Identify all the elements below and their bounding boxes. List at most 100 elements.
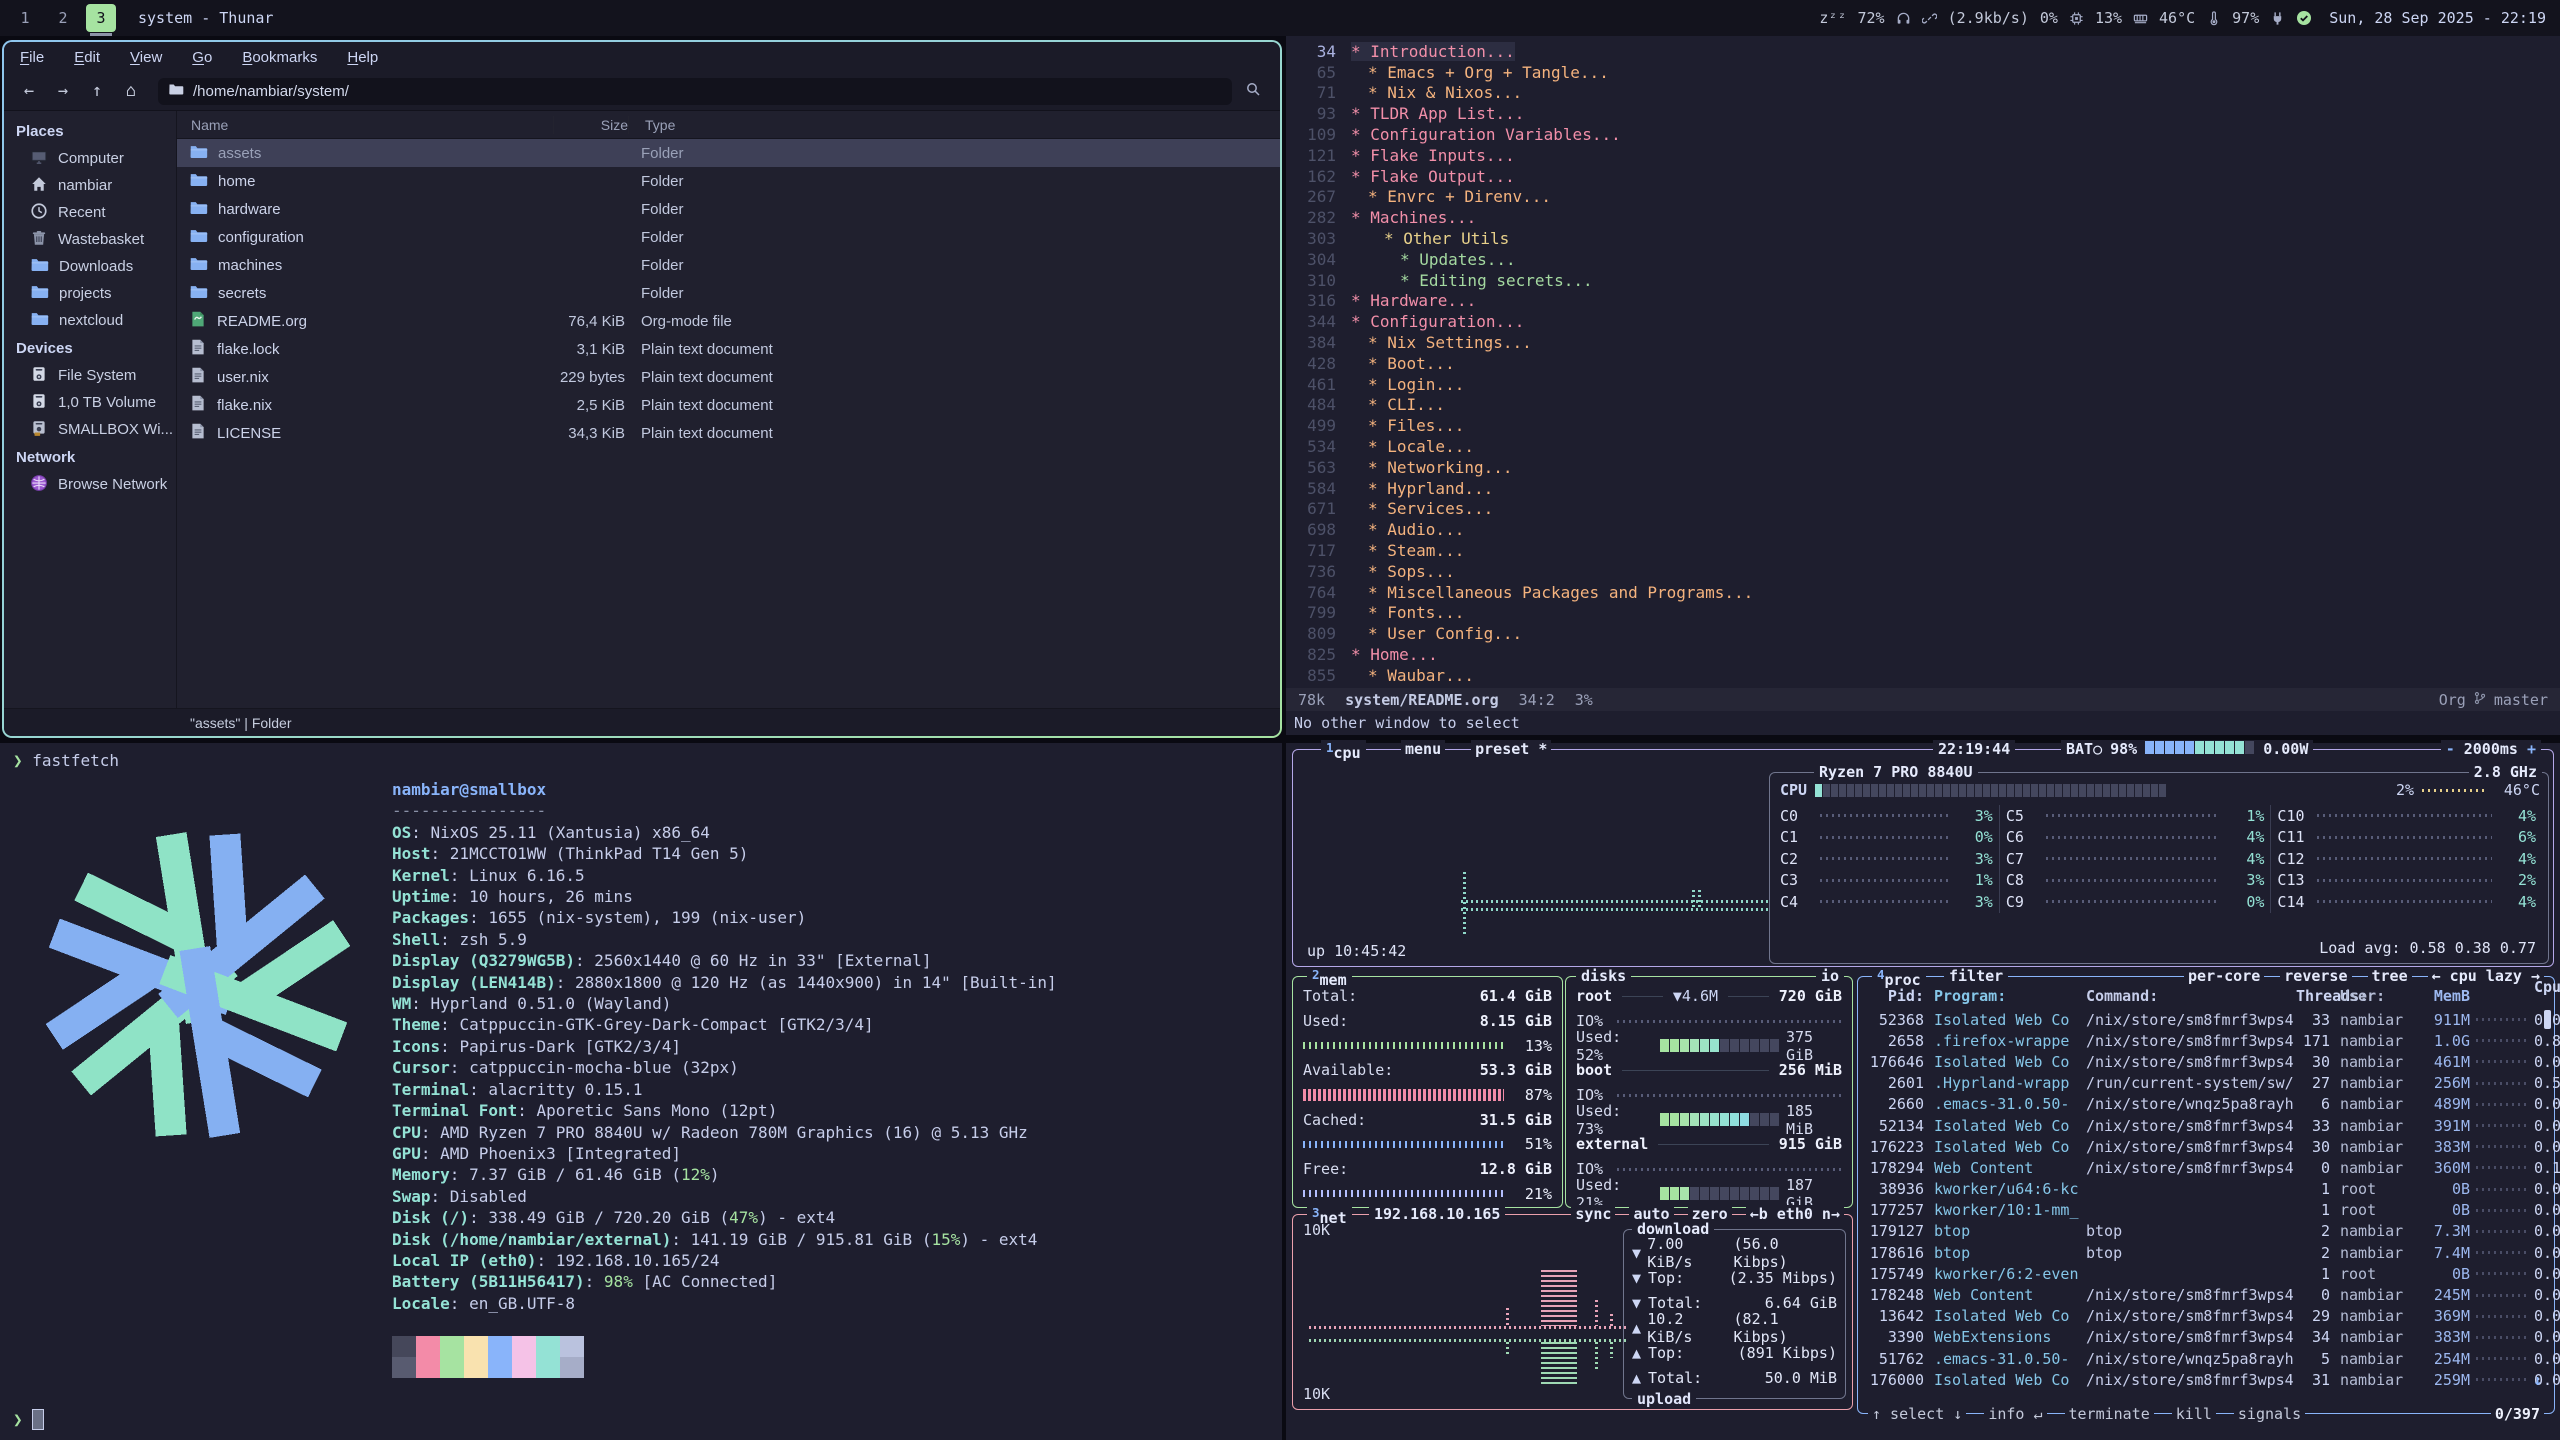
process-row-pid-52368[interactable]: 52368Isolated Web Co/nix/store/sm8fmrf3w… bbox=[1864, 1009, 2544, 1030]
process-row-pid-2601[interactable]: 2601.Hyprland-wrapp/run/current-system/s… bbox=[1864, 1073, 2544, 1094]
sidebar-item-downloads[interactable]: Downloads bbox=[4, 253, 176, 280]
up-button[interactable]: ↑ bbox=[82, 77, 112, 105]
file-row-home[interactable]: homeFolder bbox=[177, 167, 1280, 195]
sidebar-item-nextcloud[interactable]: nextcloud bbox=[4, 307, 176, 334]
workspace-3[interactable]: 3 bbox=[86, 4, 116, 32]
org-heading-line[interactable]: 855* Waubar... bbox=[1286, 665, 2560, 686]
proc-column-pid[interactable]: Pid: bbox=[1864, 987, 1924, 1005]
org-heading-line[interactable]: 121* Flake Inputs... bbox=[1286, 145, 2560, 166]
proc-scrollbar-thumb[interactable] bbox=[2544, 1010, 2551, 1029]
file-row-assets[interactable]: assetsFolder bbox=[177, 139, 1280, 167]
workspace-2[interactable]: 2 bbox=[48, 4, 78, 32]
process-row-pid-13642[interactable]: 13642Isolated Web Co/nix/store/sm8fmrf3w… bbox=[1864, 1306, 2544, 1327]
menu-edit[interactable]: Edit bbox=[74, 49, 100, 66]
sidebar-item-projects[interactable]: projects bbox=[4, 280, 176, 307]
sidebar-item-browse-network[interactable]: Browse Network bbox=[4, 471, 176, 498]
proc-tab-tree[interactable]: tree bbox=[2368, 967, 2412, 985]
proc-footer[interactable]: ↑ select ↓info ↵terminatekillsignals0/39… bbox=[1868, 1405, 2544, 1423]
workspace-switcher[interactable]: 123 bbox=[0, 4, 116, 32]
menu-view[interactable]: View bbox=[130, 49, 162, 66]
proc-tab-cpulazy[interactable]: ← cpu lazy → bbox=[2428, 967, 2544, 985]
sidebar-item-file-system[interactable]: File System bbox=[4, 362, 176, 389]
net-tab-sync[interactable]: sync bbox=[1571, 1205, 1615, 1223]
proc-column-command[interactable]: Command: bbox=[2080, 987, 2296, 1005]
filter-tab[interactable]: filter bbox=[1944, 967, 2008, 985]
menu-bookmarks[interactable]: Bookmarks bbox=[242, 49, 317, 66]
org-heading-line[interactable]: 65* Emacs + Org + Tangle... bbox=[1286, 62, 2560, 83]
org-heading-line[interactable]: 736* Sops... bbox=[1286, 561, 2560, 582]
org-heading-line[interactable]: 809* User Config... bbox=[1286, 623, 2560, 644]
org-heading-line[interactable]: 304* Updates... bbox=[1286, 249, 2560, 270]
org-heading-line[interactable]: 282* Machines... bbox=[1286, 207, 2560, 228]
org-heading-line[interactable]: 162* Flake Output... bbox=[1286, 166, 2560, 187]
net-tab-beth0n[interactable]: ←b eth0 n→ bbox=[1746, 1205, 1844, 1223]
forward-button[interactable]: → bbox=[48, 77, 78, 105]
proc-column-threads[interactable]: Threads: bbox=[2296, 987, 2330, 1005]
proc-tab-percore[interactable]: per-core bbox=[2184, 967, 2264, 985]
process-row-pid-178248[interactable]: 178248Web Content/nix/store/sm8fmrf3wps4… bbox=[1864, 1284, 2544, 1305]
process-row-pid-2658[interactable]: 2658.firefox-wrappe/nix/store/sm8fmrf3wp… bbox=[1864, 1030, 2544, 1051]
sidebar-item-computer[interactable]: Computer bbox=[4, 145, 176, 172]
file-row-readme-org[interactable]: README.org76,4 KiBOrg-mode file bbox=[177, 307, 1280, 335]
org-heading-line[interactable]: 764* Miscellaneous Packages and Programs… bbox=[1286, 582, 2560, 603]
process-row-pid-175749[interactable]: 175749kworker/6:2-even1root0B0.0 bbox=[1864, 1263, 2544, 1284]
proc-column-memb[interactable]: MemB bbox=[2420, 987, 2470, 1005]
proc-table-header[interactable]: Pid:Program:Command:Threads:User:MemBCpu… bbox=[1864, 985, 2544, 1007]
org-heading-line[interactable]: 428* Boot... bbox=[1286, 353, 2560, 374]
org-heading-line[interactable]: 698* Audio... bbox=[1286, 519, 2560, 540]
cpu-tab-menu[interactable]: menu bbox=[1401, 740, 1445, 758]
emacs-org-buffer[interactable]: 34* Introduction...65* Emacs + Org + Tan… bbox=[1286, 41, 2560, 687]
cpu-box-title[interactable]: 1cpu bbox=[1321, 740, 1366, 762]
sidebar-item-nambiar[interactable]: nambiar bbox=[4, 172, 176, 199]
process-row-pid-2660[interactable]: 2660.emacs-31.0.50-/nix/store/wnqz5pa8ra… bbox=[1864, 1094, 2544, 1115]
org-heading-line[interactable]: 584* Hyprland... bbox=[1286, 478, 2560, 499]
proc-box-tabs[interactable]: per-core reverse tree ← cpu lazy → bbox=[2184, 967, 2544, 985]
org-heading-line[interactable]: 344* Configuration... bbox=[1286, 311, 2560, 332]
process-row-pid-179127[interactable]: 179127btopbtop2nambiar7.3M0.0 bbox=[1864, 1221, 2544, 1242]
org-heading-line[interactable]: 93* TLDR App List... bbox=[1286, 103, 2560, 124]
file-row-user-nix[interactable]: user.nix229 bytesPlain text document bbox=[177, 363, 1280, 391]
org-heading-line[interactable]: 534* Locale... bbox=[1286, 436, 2560, 457]
file-row-flake-lock[interactable]: flake.lock3,1 KiBPlain text document bbox=[177, 335, 1280, 363]
org-heading-line[interactable]: 825* Home... bbox=[1286, 644, 2560, 665]
file-row-configuration[interactable]: configurationFolder bbox=[177, 223, 1280, 251]
process-row-pid-178616[interactable]: 178616btopbtop2nambiar7.4M0.0 bbox=[1864, 1242, 2544, 1263]
org-heading-line[interactable]: 303* Other Utils bbox=[1286, 228, 2560, 249]
process-row-pid-3390[interactable]: 3390WebExtensions/nix/store/sm8fmrf3wps4… bbox=[1864, 1327, 2544, 1348]
process-row-pid-176646[interactable]: 176646Isolated Web Co/nix/store/sm8fmrf3… bbox=[1864, 1051, 2544, 1072]
proc-action-terminate[interactable]: terminate bbox=[2065, 1405, 2154, 1423]
proc-action-signals[interactable]: signals bbox=[2234, 1405, 2305, 1423]
home-button[interactable]: ⌂ bbox=[116, 77, 146, 105]
process-row-pid-51762[interactable]: 51762.emacs-31.0.50-/nix/store/wnqz5pa8r… bbox=[1864, 1348, 2544, 1369]
process-row-pid-52134[interactable]: 52134Isolated Web Co/nix/store/sm8fmrf3w… bbox=[1864, 1115, 2544, 1136]
cpu-tab-preset[interactable]: preset * bbox=[1471, 740, 1551, 758]
cpu-box-tabs[interactable]: menu preset * bbox=[1401, 740, 1551, 758]
org-heading-line[interactable]: 71* Nix & Nixos... bbox=[1286, 83, 2560, 104]
path-field[interactable]: /home/nambiar/system/ bbox=[158, 78, 1232, 105]
menu-go[interactable]: Go bbox=[192, 49, 212, 66]
menu-file[interactable]: File bbox=[20, 49, 44, 66]
process-row-pid-38936[interactable]: 38936kworker/u64:6-kc1root0B0.0 bbox=[1864, 1179, 2544, 1200]
org-heading-line[interactable]: 499* Files... bbox=[1286, 415, 2560, 436]
process-row-pid-177257[interactable]: 177257kworker/10:1-mm_1root0B0.0 bbox=[1864, 1200, 2544, 1221]
file-row-hardware[interactable]: hardwareFolder bbox=[177, 195, 1280, 223]
process-row-pid-178294[interactable]: 178294Web Content/nix/store/sm8fmrf3wps4… bbox=[1864, 1157, 2544, 1178]
shell-prompt-current[interactable]: ❯ bbox=[13, 1409, 44, 1430]
io-label[interactable]: io bbox=[1816, 967, 1844, 985]
proc-tab-reverse[interactable]: reverse bbox=[2280, 967, 2351, 985]
workspace-1[interactable]: 1 bbox=[10, 4, 40, 32]
org-heading-line[interactable]: 563* Networking... bbox=[1286, 457, 2560, 478]
menu-help[interactable]: Help bbox=[347, 49, 378, 66]
org-heading-line[interactable]: 384* Nix Settings... bbox=[1286, 332, 2560, 353]
org-heading-line[interactable]: 316* Hardware... bbox=[1286, 291, 2560, 312]
file-row-license[interactable]: LICENSE34,3 KiBPlain text document bbox=[177, 419, 1280, 447]
org-heading-line[interactable]: 799* Fonts... bbox=[1286, 603, 2560, 624]
sidebar-item-smallbox-wi-[interactable]: SMALLBOX Wi... bbox=[4, 416, 176, 443]
org-heading-line[interactable]: 267* Envrc + Direnv... bbox=[1286, 187, 2560, 208]
search-button[interactable] bbox=[1236, 77, 1270, 105]
org-heading-line[interactable]: 484* CLI... bbox=[1286, 395, 2560, 416]
column-name[interactable]: Name bbox=[177, 117, 553, 133]
proc-action-info[interactable]: info ↵ bbox=[1984, 1405, 2046, 1423]
process-row-pid-176223[interactable]: 176223Isolated Web Co/nix/store/sm8fmrf3… bbox=[1864, 1136, 2544, 1157]
column-type[interactable]: Type bbox=[628, 116, 1280, 134]
